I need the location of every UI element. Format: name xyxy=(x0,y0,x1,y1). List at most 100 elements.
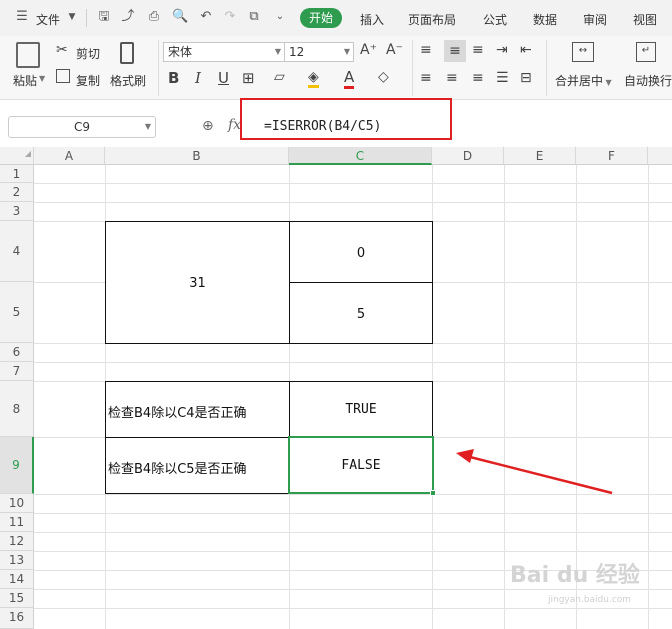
cell-b4: 31 xyxy=(189,276,206,291)
chevron-down-icon[interactable]: ▼ xyxy=(64,9,80,25)
wrap-text-button[interactable]: 自动换行 xyxy=(624,72,672,89)
decrease-font-icon[interactable]: A⁻ xyxy=(386,42,403,58)
gridline xyxy=(34,532,672,533)
column-header-f[interactable]: F xyxy=(576,147,648,165)
divider xyxy=(546,40,547,96)
cell-border xyxy=(289,221,290,344)
select-all-corner[interactable]: ◢ xyxy=(0,147,34,165)
cell-b9[interactable]: 检查B4除以C5是否正确 xyxy=(108,458,247,477)
spreadsheet-grid[interactable]: ◢ A B C D E F 1 2 3 4 5 6 7 8 9 10 11 12… xyxy=(0,147,672,629)
outdent-icon[interactable]: ⇤ xyxy=(520,42,532,58)
row-header-2[interactable]: 2 xyxy=(0,183,34,202)
menu-bar: ☰ 文件 ▼ 🖫 ⤴ ⎙ 🔍 ↶ ↷ ⧉ ⌄ 开始 插入 页面布局 公式 数据 … xyxy=(0,0,672,36)
cell-style-icon[interactable]: ▱ xyxy=(274,69,285,85)
row-header-12[interactable]: 12 xyxy=(0,532,34,551)
divider xyxy=(86,9,87,27)
gridline xyxy=(34,202,672,203)
row-header-8[interactable]: 8 xyxy=(0,381,34,437)
export-icon[interactable]: ⤴ xyxy=(120,9,136,25)
underline-icon[interactable]: U xyxy=(218,69,229,87)
row-header-9[interactable]: 9 xyxy=(0,437,34,494)
cell-b8[interactable]: 检查B4除以C4是否正确 xyxy=(108,402,247,421)
gridline xyxy=(648,165,649,629)
font-name-select[interactable]: 宋体 ▼ xyxy=(163,42,285,62)
cell-c8[interactable]: TRUE xyxy=(290,402,432,417)
cell-border xyxy=(289,282,433,283)
fill-color-icon[interactable]: ◈ xyxy=(308,69,319,88)
more-icon[interactable]: ⌄ xyxy=(272,9,288,25)
column-header-e[interactable]: E xyxy=(504,147,576,165)
row-header-1[interactable]: 1 xyxy=(0,165,34,183)
row-header-16[interactable]: 16 xyxy=(0,608,34,629)
column-header-b[interactable]: B xyxy=(105,147,289,165)
italic-icon[interactable]: I xyxy=(195,69,201,87)
tab-review[interactable]: 审阅 xyxy=(583,11,607,28)
print-preview-icon[interactable]: 🔍 xyxy=(172,9,188,25)
copy-format-icon[interactable]: ⧉ xyxy=(246,9,262,25)
row-header-10[interactable]: 10 xyxy=(0,494,34,513)
row-header-11[interactable]: 11 xyxy=(0,513,34,532)
row-header-7[interactable]: 7 xyxy=(0,362,34,381)
print-icon[interactable]: ⎙ xyxy=(146,9,162,25)
format-painter-button[interactable]: 格式刷 xyxy=(110,72,146,89)
formula-highlight-box xyxy=(240,98,452,140)
redo-icon[interactable]: ↷ xyxy=(222,9,238,25)
align-center-icon[interactable]: ≡ xyxy=(446,70,458,86)
wrap-text-icon[interactable]: ↵ xyxy=(636,42,656,62)
undo-icon[interactable]: ↶ xyxy=(198,9,214,25)
align-bottom-icon[interactable]: ≡ xyxy=(472,42,484,58)
eraser-icon[interactable]: ◇ xyxy=(378,69,389,85)
tab-view[interactable]: 视图 xyxy=(633,11,657,28)
distributed-icon[interactable]: ⊟ xyxy=(520,70,532,86)
baidu-watermark-logo: Bai du 经验 xyxy=(510,563,640,588)
bold-icon[interactable]: B xyxy=(168,69,179,87)
row-header-14[interactable]: 14 xyxy=(0,570,34,589)
paste-icon[interactable] xyxy=(16,42,40,68)
name-box[interactable]: C9 ▼ xyxy=(8,116,156,138)
copy-icon[interactable] xyxy=(56,69,70,83)
tab-page-layout[interactable]: 页面布局 xyxy=(408,11,456,28)
row-header-13[interactable]: 13 xyxy=(0,551,34,570)
fill-handle[interactable] xyxy=(430,490,436,496)
column-header-g[interactable] xyxy=(648,147,672,165)
column-header-c[interactable]: C xyxy=(289,147,432,165)
tab-insert[interactable]: 插入 xyxy=(360,11,384,28)
scissors-icon[interactable]: ✂ xyxy=(56,42,68,58)
row-header-6[interactable]: 6 xyxy=(0,343,34,362)
merge-center-icon[interactable]: ↔ xyxy=(572,42,594,62)
zoom-search-icon[interactable]: ⊕ xyxy=(202,118,214,134)
row-header-5[interactable]: 5 xyxy=(0,282,34,343)
align-left-icon[interactable]: ≡ xyxy=(420,70,432,86)
cell-c4[interactable]: 0 xyxy=(290,246,432,261)
file-menu[interactable]: 文件 xyxy=(36,11,60,28)
align-middle-icon[interactable]: ≡ xyxy=(444,40,466,62)
increase-font-icon[interactable]: A⁺ xyxy=(360,42,377,58)
paste-dropdown-icon[interactable]: ▼ xyxy=(39,74,45,83)
column-header-a[interactable]: A xyxy=(34,147,105,165)
tab-data[interactable]: 数据 xyxy=(533,11,557,28)
row-header-15[interactable]: 15 xyxy=(0,589,34,608)
cut-button[interactable]: 剪切 xyxy=(76,45,100,62)
gridline xyxy=(34,608,672,609)
tab-home[interactable]: 开始 xyxy=(300,8,342,28)
align-right-icon[interactable]: ≡ xyxy=(472,70,484,86)
justify-icon[interactable]: ☰ xyxy=(496,70,509,86)
hamburger-menu-icon[interactable]: ☰ xyxy=(14,9,30,25)
tab-formulas[interactable]: 公式 xyxy=(483,11,507,28)
borders-icon[interactable]: ⊞ xyxy=(242,69,255,87)
copy-button[interactable]: 复制 xyxy=(76,72,100,89)
column-header-d[interactable]: D xyxy=(432,147,504,165)
indent-icon[interactable]: ⇥ xyxy=(496,42,508,58)
cell-c5[interactable]: 5 xyxy=(290,307,432,322)
row-header-3[interactable]: 3 xyxy=(0,202,34,221)
font-color-icon[interactable]: A xyxy=(344,68,355,89)
align-top-icon[interactable]: ≡ xyxy=(420,42,432,58)
paste-button[interactable]: 粘贴 xyxy=(13,72,37,89)
active-cell-selection[interactable] xyxy=(288,436,434,494)
font-size-select[interactable]: 12 ▼ xyxy=(284,42,354,62)
save-icon[interactable]: 🖫 xyxy=(96,9,112,25)
merge-center-button[interactable]: 合并居中 ▼ xyxy=(555,72,612,89)
format-painter-icon[interactable] xyxy=(120,42,134,64)
row-header-4[interactable]: 4 xyxy=(0,221,34,282)
gridline xyxy=(504,165,505,629)
